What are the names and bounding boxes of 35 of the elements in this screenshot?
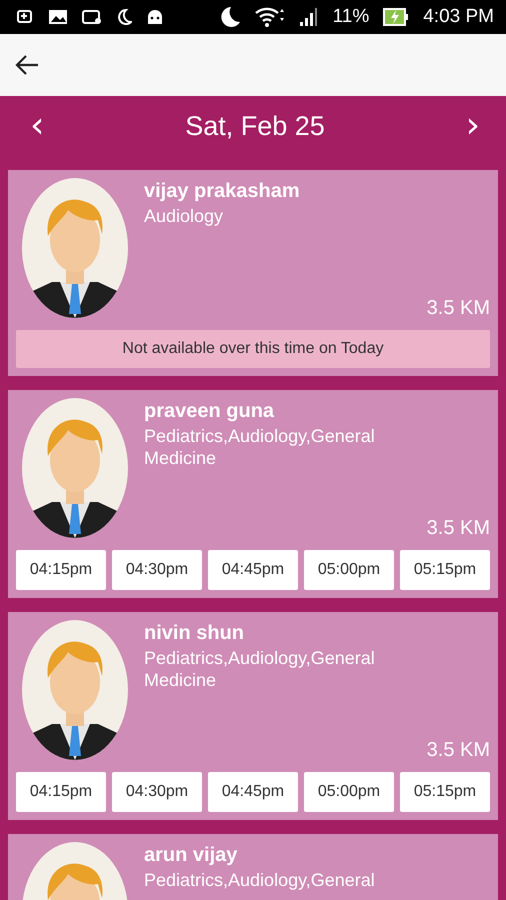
time-slot-button[interactable]: 04:30pm (112, 550, 202, 590)
time-slot-button[interactable]: 05:15pm (400, 772, 490, 812)
date-title: Sat, Feb 25 (185, 110, 325, 142)
next-day-button[interactable]: › (462, 108, 484, 144)
doctor-name: arun vijay (144, 844, 238, 867)
doctor-specialty: Pediatrics,Audiology,General (144, 869, 376, 891)
doctor-name: nivin shun (144, 622, 245, 645)
android-icon (146, 8, 164, 26)
notification-icon (16, 8, 34, 26)
clock-time: 4:03 PM (423, 6, 494, 28)
time-slot-button[interactable]: 04:30pm (112, 772, 202, 812)
doctor-specialty: Audiology (144, 205, 224, 227)
time-slot-button[interactable]: 05:15pm (400, 550, 490, 590)
time-slot-button[interactable]: 04:45pm (208, 772, 298, 812)
distance-label: 3.5 KM (426, 297, 490, 321)
time-slot-button[interactable]: 05:00pm (304, 550, 394, 590)
wifi-icon (254, 6, 285, 28)
availability-notice: Not available over this time on Today (16, 330, 490, 368)
previous-day-button[interactable]: ‹ (26, 108, 48, 144)
signal-icon (298, 7, 319, 27)
time-slot-button[interactable]: 04:15pm (16, 550, 106, 590)
image-icon (48, 9, 68, 25)
doctor-specialty: Pediatrics,Audiology,General Medicine (144, 425, 376, 469)
battery-charging-icon (383, 7, 410, 27)
battery-percent: 11% (332, 6, 370, 28)
time-slot-button[interactable]: 04:15pm (16, 772, 106, 812)
time-slot-button[interactable]: 05:00pm (304, 772, 394, 812)
distance-label: 3.5 KM (426, 739, 490, 763)
cast-icon (82, 9, 102, 25)
doctor-name: vijay prakasham (144, 180, 301, 203)
doctor-name: praveen guna (144, 400, 276, 423)
doctor-specialty: Pediatrics,Audiology,General Medicine (144, 647, 376, 691)
distance-label: 3.5 KM (426, 517, 490, 541)
time-slot-button[interactable]: 04:45pm (208, 550, 298, 590)
moon-icon (116, 8, 132, 26)
